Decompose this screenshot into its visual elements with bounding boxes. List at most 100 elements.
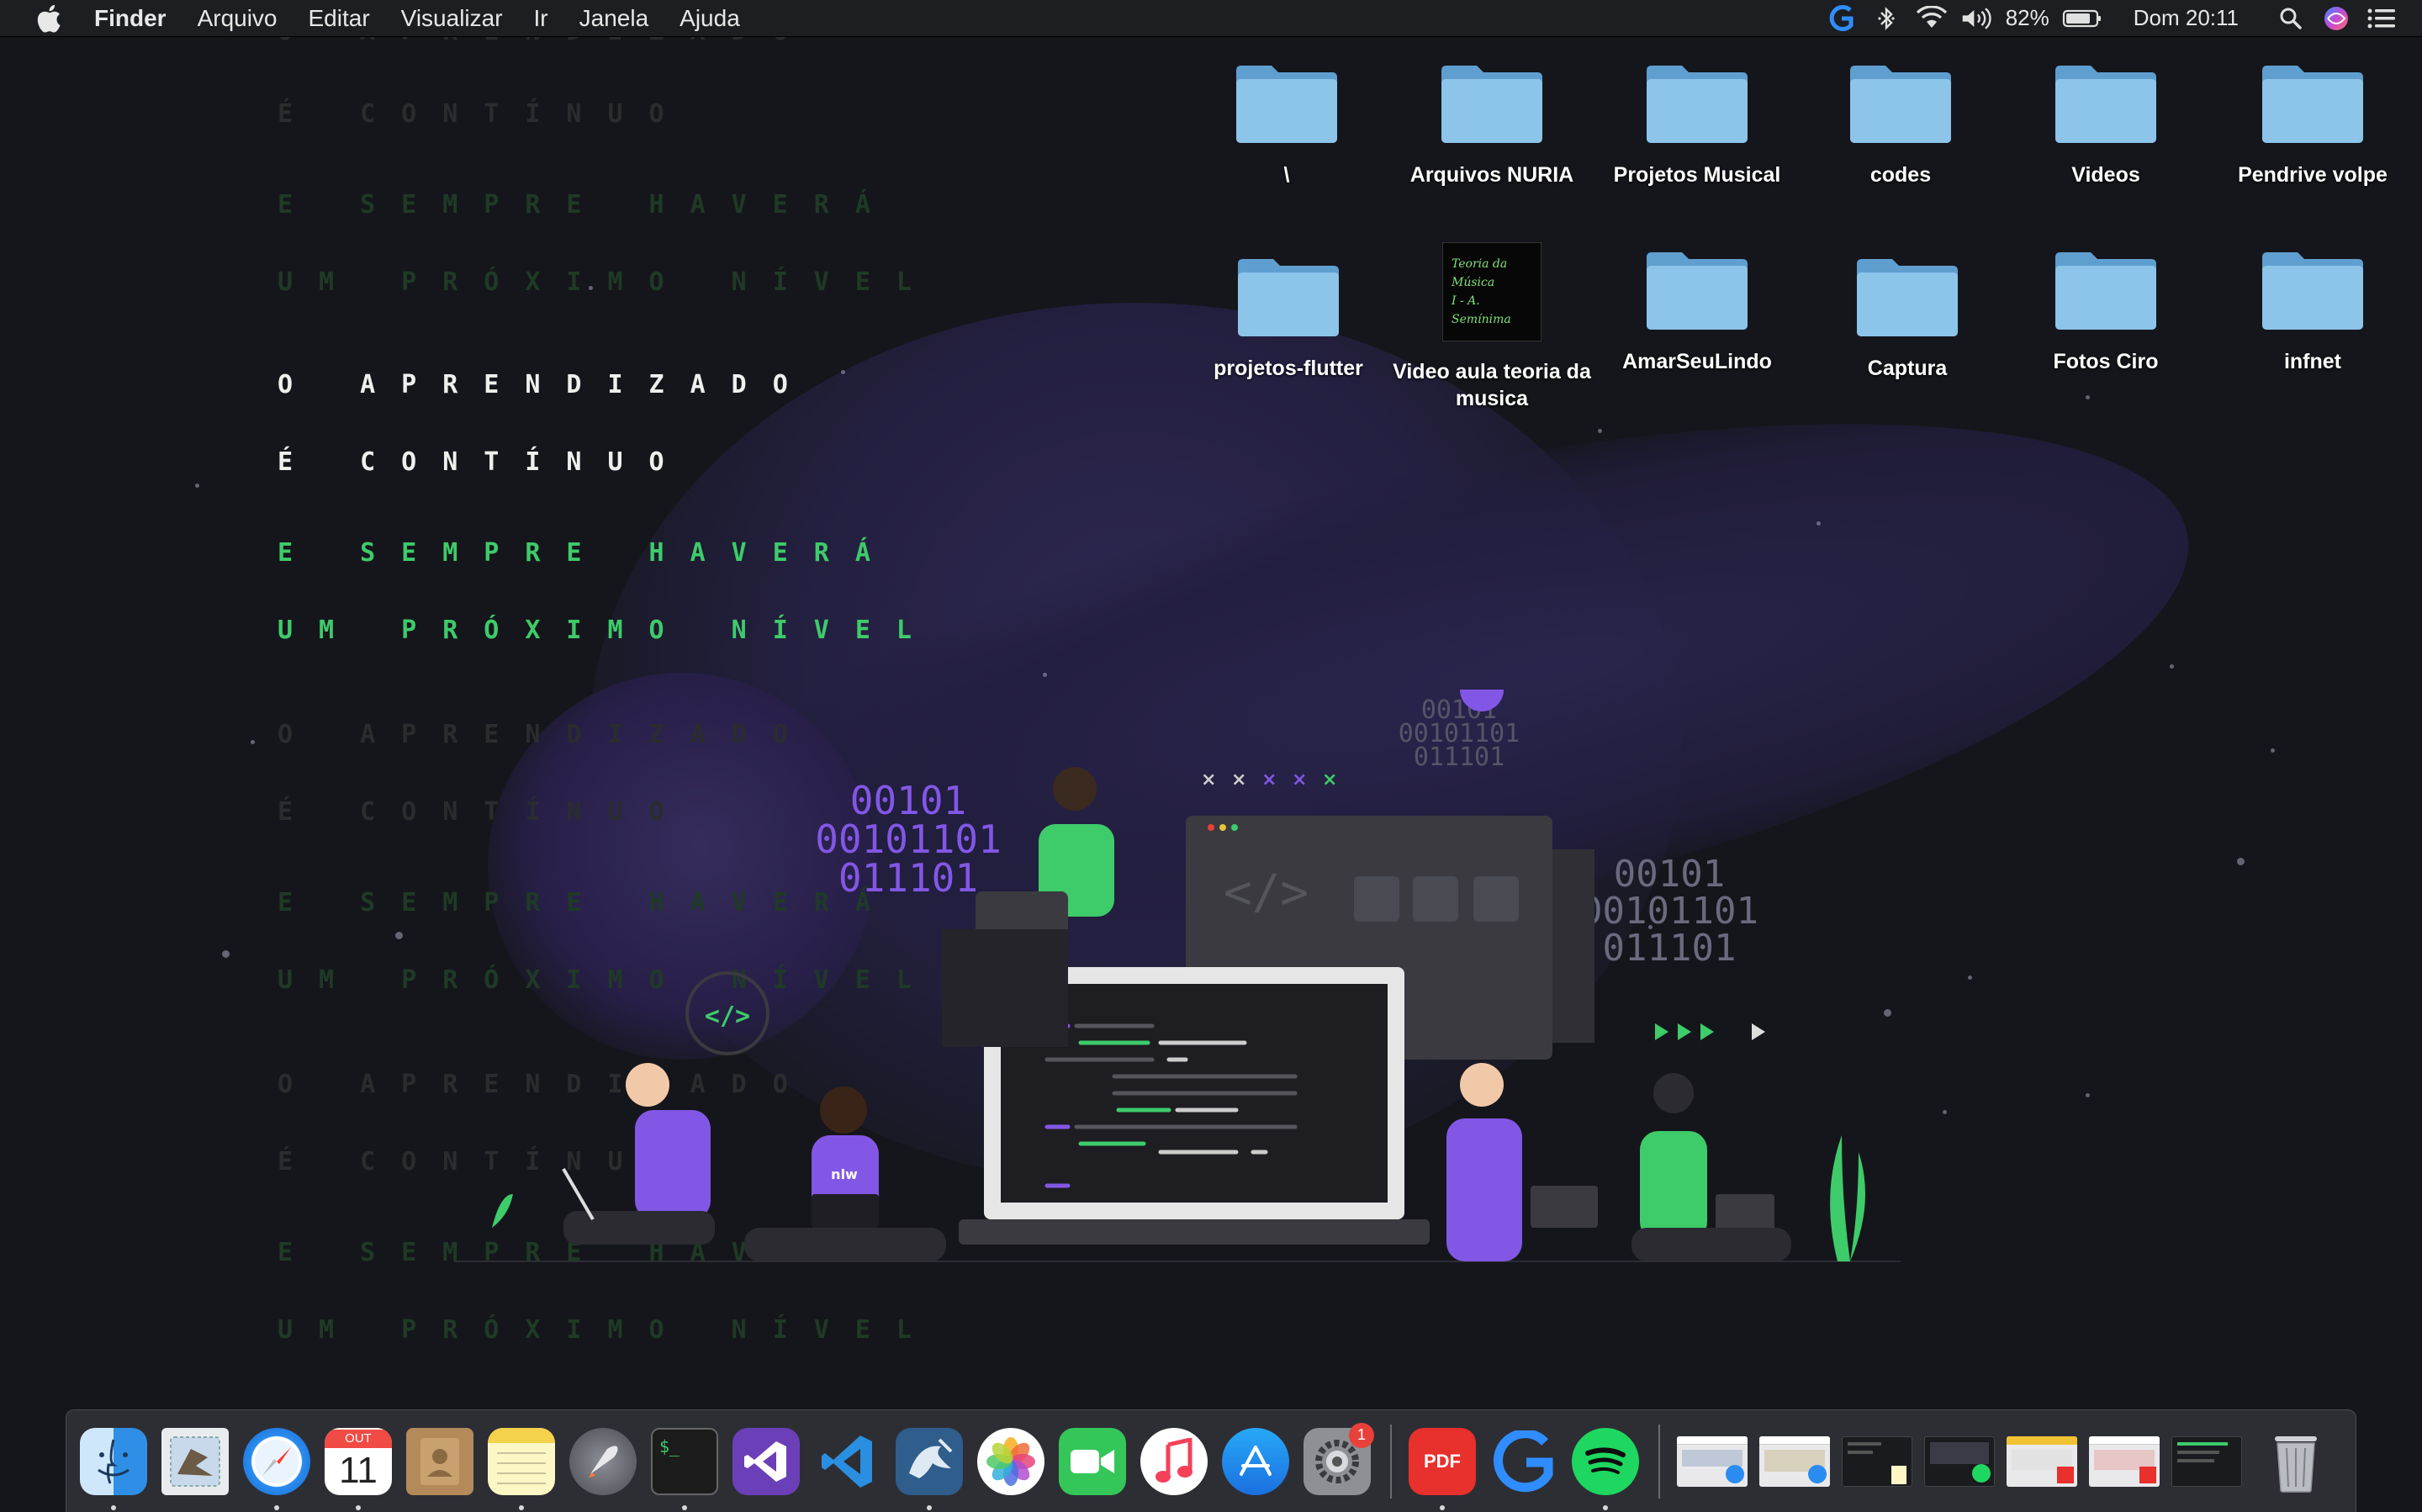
notes-icon xyxy=(488,1427,555,1495)
dock-minimized-window[interactable] xyxy=(2171,1435,2242,1487)
safari-icon xyxy=(1726,1464,1744,1483)
spotify-icon xyxy=(1972,1463,1991,1483)
dock-mail[interactable] xyxy=(161,1427,229,1495)
dock-minimized-window[interactable] xyxy=(2007,1435,2077,1487)
dock-trash[interactable] xyxy=(2262,1428,2329,1495)
desktop-item-label: codes xyxy=(1869,163,1932,187)
bluetooth-icon[interactable] xyxy=(1869,2,1903,35)
svg-text:×: × xyxy=(1322,769,1337,790)
desktop-folder[interactable]: \ xyxy=(1186,62,1388,188)
menu-app-name[interactable]: Finder xyxy=(94,5,167,32)
desktop-folder[interactable]: Projetos Musical xyxy=(1596,62,1798,188)
dock-pdf-reader[interactable]: PDF xyxy=(1409,1427,1476,1510)
launchpad-icon xyxy=(569,1427,637,1495)
spotlight-icon[interactable] xyxy=(2274,2,2308,35)
apple-menu-icon[interactable] xyxy=(32,2,66,35)
dock-minimized-window[interactable] xyxy=(1924,1435,1995,1487)
dock-minimized-window[interactable] xyxy=(1842,1435,1912,1487)
pdf-icon xyxy=(2139,1466,2156,1483)
desktop-folder[interactable]: Pendrive volpe xyxy=(2212,62,2414,188)
dock-safari[interactable] xyxy=(243,1427,310,1510)
dock-minimized-window[interactable] xyxy=(1677,1435,1748,1487)
menubar-clock[interactable]: Dom 20:11 xyxy=(2134,5,2239,31)
shirt-text: nlw xyxy=(831,1166,858,1182)
volume-icon[interactable] xyxy=(1960,2,1994,35)
desktop-item-label: infnet xyxy=(2283,350,2342,373)
code-tag-text: </> xyxy=(705,1002,750,1031)
calendar-icon: OUT 11 xyxy=(325,1427,392,1495)
battery-icon[interactable] xyxy=(2061,2,2103,35)
folder-icon xyxy=(1647,252,1748,330)
trash-icon xyxy=(2262,1428,2329,1495)
desktop-folder[interactable]: codes xyxy=(1800,62,2002,188)
menu-editar[interactable]: Editar xyxy=(309,5,370,32)
app-store-icon xyxy=(1222,1427,1289,1495)
desktop-folder[interactable]: Videos xyxy=(2005,62,2207,188)
vscode-icon xyxy=(814,1428,881,1495)
facetime-icon xyxy=(1059,1427,1126,1495)
motto-ghost: UM PRÓXIMO NÍVEL xyxy=(278,267,938,297)
folder-icon xyxy=(2262,66,2363,143)
svg-text:×: × xyxy=(1261,769,1277,790)
desktop-folder[interactable]: infnet xyxy=(2212,249,2414,375)
desktop-wallpaper: O APRENDIZADO É CONTÍNUO E SEMPRE HAVERÁ… xyxy=(0,0,2422,1512)
motto-line-2: É CONTÍNUO xyxy=(278,447,690,477)
dock-calendar[interactable]: OUT 11 xyxy=(325,1427,392,1510)
notes-icon xyxy=(1891,1465,1906,1484)
desktop-folder[interactable]: projetos-flutter xyxy=(1187,256,1389,382)
photos-icon xyxy=(977,1427,1044,1495)
dock-minimized-window[interactable] xyxy=(2089,1435,2160,1487)
menu-visualizar[interactable]: Visualizar xyxy=(401,5,503,32)
dock-logitech-g-hub[interactable] xyxy=(1490,1428,1557,1495)
desktop-folder[interactable]: Arquivos NURIA xyxy=(1391,62,1593,188)
siri-icon[interactable] xyxy=(2319,2,2353,35)
dock-terminal[interactable]: $_ xyxy=(651,1427,718,1510)
logitech-icon[interactable] xyxy=(1824,2,1858,35)
dock-visual-studio[interactable] xyxy=(732,1427,800,1495)
mysql-workbench-icon xyxy=(896,1427,963,1495)
svg-text:×: × xyxy=(1292,769,1307,790)
dock-system-preferences[interactable]: 1 xyxy=(1304,1422,1374,1495)
desktop-folder[interactable]: AmarSeuLindo xyxy=(1596,249,1798,375)
safari-icon xyxy=(243,1427,310,1495)
menu-ajuda[interactable]: Ajuda xyxy=(680,5,740,32)
desktop-item-label: Fotos Ciro xyxy=(2053,350,2159,373)
menu-ir[interactable]: Ir xyxy=(534,5,548,32)
pdf-label: PDF xyxy=(1424,1450,1461,1472)
spotify-icon xyxy=(1572,1427,1639,1495)
desktop-folder[interactable]: Captura xyxy=(1806,256,2008,382)
motto-ghost: É CONTÍNUO xyxy=(278,99,690,129)
dock-vscode[interactable] xyxy=(814,1428,881,1495)
calendar-month: OUT xyxy=(325,1429,392,1448)
dock-music[interactable] xyxy=(1140,1427,1208,1495)
dock-separator xyxy=(1390,1424,1392,1499)
dock-finder[interactable] xyxy=(80,1427,147,1510)
desktop-item-label: AmarSeuLindo xyxy=(1622,350,1772,373)
code-tag-text: </> xyxy=(1224,865,1309,920)
finder-icon xyxy=(80,1427,147,1495)
menu-bar: Finder Arquivo Editar Visualizar Ir Jane… xyxy=(0,0,2422,37)
desktop-item-label: Captura xyxy=(1867,357,1948,380)
desktop-folder[interactable]: Fotos Ciro xyxy=(2005,249,2207,375)
binary-text: 011101 xyxy=(838,855,978,901)
desktop-video-file[interactable]: Teoria da Música I - A. Semínima Video a… xyxy=(1391,242,1593,412)
wifi-icon[interactable] xyxy=(1915,2,1949,35)
dock-mysql-workbench[interactable] xyxy=(896,1427,963,1510)
dock-app-store[interactable] xyxy=(1222,1427,1289,1495)
desktop-item-label: Projetos Musical xyxy=(1613,163,1781,187)
dock-minimized-window[interactable] xyxy=(1759,1435,1830,1487)
dock-notes[interactable] xyxy=(488,1427,555,1510)
folder-icon xyxy=(2055,252,2156,330)
terminal-icon: $_ xyxy=(651,1427,718,1495)
dock-launchpad[interactable] xyxy=(569,1427,637,1495)
battery-percent[interactable]: 82% xyxy=(2006,5,2049,31)
dock-contacts[interactable] xyxy=(406,1427,473,1495)
dock-photos[interactable] xyxy=(977,1427,1044,1495)
dock-spotify[interactable] xyxy=(1572,1427,1639,1510)
desktop-item-label: Videos xyxy=(2071,163,2140,187)
menu-janela[interactable]: Janela xyxy=(579,5,649,32)
menu-arquivo[interactable]: Arquivo xyxy=(198,5,278,32)
notification-center-icon[interactable] xyxy=(2365,2,2398,35)
dock-facetime[interactable] xyxy=(1059,1427,1126,1495)
calendar-day: 11 xyxy=(339,1449,378,1491)
